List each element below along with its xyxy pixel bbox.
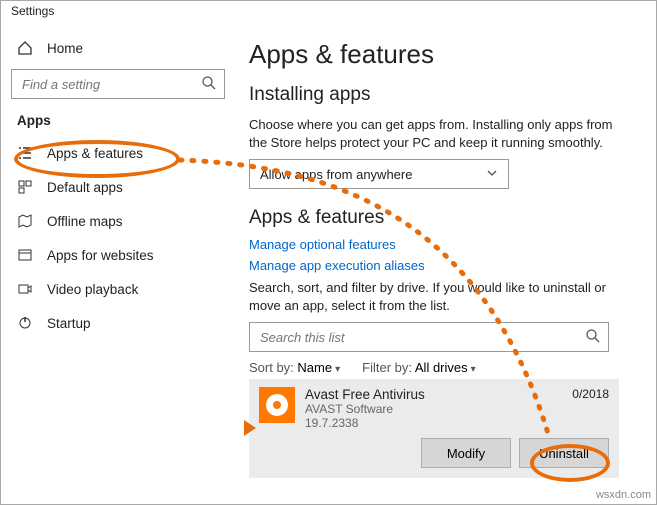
sidebar-item-label: Apps for websites (47, 248, 154, 263)
annotation-arrowhead (244, 420, 256, 436)
chevron-down-icon: ▾ (471, 364, 476, 375)
sort-label: Sort by: (249, 360, 294, 375)
sidebar-item-apps-for-websites[interactable]: Apps for websites (7, 238, 229, 272)
search-sort-desc: Search, sort, and filter by drive. If yo… (249, 279, 634, 314)
app-list-search-input[interactable] (249, 322, 609, 352)
startup-icon (17, 315, 33, 331)
app-list-item[interactable]: Avast Free Antivirus AVAST Software 19.7… (249, 379, 619, 478)
app-icon (259, 387, 295, 423)
list-icon (17, 145, 33, 161)
app-name: Avast Free Antivirus (305, 387, 572, 402)
app-install-date: 0/2018 (572, 387, 609, 401)
sidebar-item-startup[interactable]: Startup (7, 306, 229, 340)
filter-label: Filter by: (362, 360, 412, 375)
uninstall-button[interactable]: Uninstall (519, 438, 609, 468)
sidebar-item-apps-features[interactable]: Apps & features (7, 136, 229, 170)
sidebar: Home Apps Apps & features Default apps (1, 25, 235, 504)
sidebar-section-title: Apps (7, 109, 229, 136)
search-icon (201, 75, 217, 94)
nav-home[interactable]: Home (7, 31, 229, 65)
app-source-combo[interactable]: Allow apps from anywhere (249, 159, 509, 189)
installing-apps-desc: Choose where you can get apps from. Inst… (249, 116, 634, 151)
apps-websites-icon (17, 247, 33, 263)
watermark: wsxdn.com (596, 489, 651, 501)
page-title: Apps & features (249, 39, 634, 70)
content-pane: Apps & features Installing apps Choose w… (235, 25, 656, 504)
sort-control[interactable]: Sort by: Name▾ (249, 360, 340, 375)
app-source-value: Allow apps from anywhere (260, 167, 412, 182)
sidebar-item-label: Video playback (47, 282, 138, 297)
sort-value: Name (297, 360, 332, 375)
sidebar-item-label: Default apps (47, 180, 123, 195)
link-manage-optional-features[interactable]: Manage optional features (249, 237, 634, 252)
modify-button[interactable]: Modify (421, 438, 511, 468)
sidebar-item-label: Apps & features (47, 146, 143, 161)
apps-features-header: Apps & features (249, 207, 634, 229)
filter-control[interactable]: Filter by: All drives▾ (362, 360, 476, 375)
installing-apps-header: Installing apps (249, 84, 634, 106)
video-icon (17, 281, 33, 297)
sidebar-item-offline-maps[interactable]: Offline maps (7, 204, 229, 238)
sidebar-item-label: Startup (47, 316, 91, 331)
filter-value: All drives (415, 360, 468, 375)
settings-search-input[interactable] (11, 69, 225, 99)
sidebar-item-default-apps[interactable]: Default apps (7, 170, 229, 204)
offline-maps-icon (17, 213, 33, 229)
window-title: Settings (1, 1, 656, 25)
chevron-down-icon: ▾ (335, 364, 340, 375)
chevron-down-icon (486, 167, 498, 182)
app-vendor: AVAST Software (305, 402, 572, 416)
sidebar-item-video-playback[interactable]: Video playback (7, 272, 229, 306)
default-apps-icon (17, 179, 33, 195)
search-icon (585, 328, 601, 347)
link-manage-execution-aliases[interactable]: Manage app execution aliases (249, 258, 634, 273)
nav-home-label: Home (47, 41, 83, 56)
app-version: 19.7.2338 (305, 416, 572, 430)
sidebar-item-label: Offline maps (47, 214, 123, 229)
home-icon (17, 40, 33, 56)
